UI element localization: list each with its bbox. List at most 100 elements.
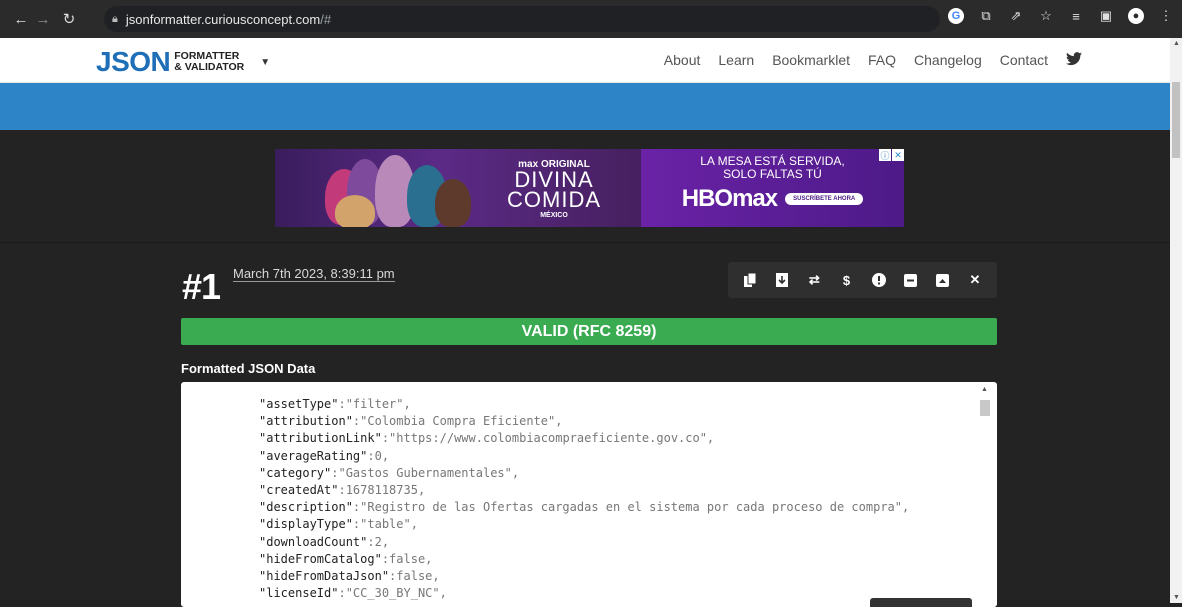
ad-area: max ORIGINAL DIVINA COMIDA MÉXICO LA MES… xyxy=(0,130,1170,243)
repeat-icon[interactable]: ⇄ xyxy=(803,269,825,291)
json-line: "attribution":"Colombia Compra Eficiente… xyxy=(259,413,909,430)
browser-toolbar: ← → ↻ 🔒︎ jsonformatter.curiousconcept.co… xyxy=(0,0,1182,38)
twitter-icon[interactable] xyxy=(1066,52,1082,69)
ad-info-icon[interactable]: ⓘ xyxy=(879,149,891,161)
json-value: :"Gastos Gubernamentales", xyxy=(331,465,520,480)
json-key: "attributionLink" xyxy=(259,431,382,446)
forward-arrow-icon[interactable]: → xyxy=(32,8,54,30)
logo-line-2: & VALIDATOR xyxy=(174,61,245,73)
nav-about[interactable]: About xyxy=(664,52,701,69)
nav-faq[interactable]: FAQ xyxy=(868,52,896,69)
page-scroll-up-icon[interactable]: ▲ xyxy=(1173,40,1180,47)
ad-controls: ⓘ ✕ xyxy=(879,149,904,161)
lock-icon: 🔒︎ xyxy=(112,12,118,25)
nav-contact[interactable]: Contact xyxy=(1000,52,1048,69)
json-key: "downloadCount" xyxy=(259,534,368,549)
url-path: /# xyxy=(320,11,332,27)
json-key: "createdAt" xyxy=(259,483,339,498)
site-logo[interactable]: JSON FORMATTER & VALIDATOR ▼ xyxy=(96,48,270,76)
ad-fine-print xyxy=(641,219,904,224)
json-value: :false, xyxy=(381,551,433,566)
json-value: :"table", xyxy=(352,517,418,532)
google-icon[interactable]: G xyxy=(948,8,964,24)
close-icon[interactable]: ✕ xyxy=(964,269,986,291)
json-key: "description" xyxy=(259,500,353,515)
json-key: "licenseId" xyxy=(259,586,339,601)
ad-hbo-logo: HBOmax xyxy=(681,185,778,212)
profile-avatar-icon[interactable]: ● xyxy=(1128,8,1144,24)
menu-kebab-icon[interactable]: ⋮ xyxy=(1158,8,1174,24)
bookmark-star-icon[interactable]: ☆ xyxy=(1038,8,1054,24)
json-value: :"Colombia Compra Eficiente", xyxy=(352,414,563,429)
ad-close-icon[interactable]: ✕ xyxy=(892,149,904,161)
side-panel-icon[interactable]: ▣ xyxy=(1098,8,1114,24)
json-scrollbar[interactable]: ▲ xyxy=(979,386,991,606)
json-key: "hideFromDataJson" xyxy=(259,569,390,584)
download-icon[interactable] xyxy=(771,269,793,291)
scroll-up-arrow-icon[interactable]: ▲ xyxy=(981,386,988,393)
json-key: "attribution" xyxy=(259,414,353,429)
nav-learn[interactable]: Learn xyxy=(718,52,754,69)
page-scroll-down-icon[interactable]: ▼ xyxy=(1173,594,1180,601)
json-value: :"https://www.colombiacompraeficiente.go… xyxy=(381,431,715,446)
json-line: "averageRating":0, xyxy=(259,448,909,465)
json-line: "createdAt":1678118735, xyxy=(259,482,909,499)
reload-icon[interactable]: ↻ xyxy=(58,8,80,30)
url-host: jsonformatter.curiousconcept.com xyxy=(125,11,321,27)
json-value: :"CC_30_BY_NC", xyxy=(338,586,447,601)
json-value: :0, xyxy=(367,448,390,463)
logo-subtitle: FORMATTER & VALIDATOR xyxy=(174,51,244,73)
ad-headline-2: SOLO FALTAS TÚ xyxy=(723,167,822,181)
translate-icon[interactable]: ⧉ xyxy=(978,8,994,24)
json-value: :2, xyxy=(367,534,390,549)
chevron-down-icon[interactable]: ▼ xyxy=(260,57,270,68)
json-key: "averageRating" xyxy=(259,448,368,463)
json-key: "category" xyxy=(259,465,332,480)
ad-show-line-2: COMIDA xyxy=(507,187,601,212)
ad-subscribe-button[interactable]: SUSCRÍBETE AHORA xyxy=(785,193,864,205)
alert-icon[interactable] xyxy=(868,269,890,291)
ad-left-panel: max ORIGINAL DIVINA COMIDA MÉXICO xyxy=(275,149,641,227)
ad-right-panel: LA MESA ESTÁ SERVIDA, SOLO FALTAS TÚ HBO… xyxy=(641,149,904,227)
expand-icon[interactable] xyxy=(932,269,954,291)
json-line: "hideFromDataJson":false, xyxy=(259,568,909,585)
json-line: "displayType":"table", xyxy=(259,516,909,533)
dollar-icon[interactable]: $ xyxy=(835,269,857,291)
json-line: "hideFromCatalog":false, xyxy=(259,551,909,568)
json-code: "assetType":"filter", "attribution":"Colo… xyxy=(259,396,909,602)
json-value: :false, xyxy=(389,569,440,584)
advertisement-banner[interactable]: max ORIGINAL DIVINA COMIDA MÉXICO LA MES… xyxy=(275,149,904,227)
address-bar[interactable]: 🔒︎ jsonformatter.curiousconcept.com /# xyxy=(104,6,940,32)
back-arrow-icon[interactable]: ← xyxy=(10,8,32,30)
page-scrollbar[interactable]: ▲ ▼ xyxy=(1170,38,1182,603)
ad-country: MÉXICO xyxy=(540,212,568,219)
json-scroll-thumb[interactable] xyxy=(980,400,990,416)
validation-status-badge: VALID (RFC 8259) xyxy=(181,318,997,345)
json-line: "assetType":"filter", xyxy=(259,396,909,413)
json-key: "assetType" xyxy=(259,397,339,411)
json-output-panel[interactable]: "assetType":"filter", "attribution":"Colo… xyxy=(181,382,997,607)
json-value: :"Registro de las Ofertas cargadas en el… xyxy=(352,500,910,515)
blue-banner xyxy=(0,83,1170,130)
json-line: "attributionLink":"https://www.colombiac… xyxy=(259,430,909,447)
json-key: "hideFromCatalog" xyxy=(259,551,382,566)
logo-json-text: JSON xyxy=(96,46,171,77)
json-value: :"filter", xyxy=(338,397,411,411)
nav-changelog[interactable]: Changelog xyxy=(914,52,982,69)
json-key: "displayType" xyxy=(259,517,353,532)
share-icon[interactable]: ⇗ xyxy=(1008,8,1024,24)
formatted-json-heading: Formatted JSON Data xyxy=(181,361,316,376)
json-value: :1678118735, xyxy=(338,483,426,498)
copy-icon[interactable] xyxy=(739,269,761,291)
entry-number: #1 xyxy=(182,266,221,307)
reading-list-icon[interactable]: ≡ xyxy=(1068,8,1084,24)
entry-toolbar: ⇄ $ ✕ xyxy=(728,262,997,298)
json-line: "category":"Gastos Gubernamentales", xyxy=(259,465,909,482)
json-line: "licenseId":"CC_30_BY_NC", xyxy=(259,585,909,602)
collapse-icon[interactable] xyxy=(900,269,922,291)
nav-bookmarklet[interactable]: Bookmarklet xyxy=(772,52,850,69)
page-scroll-thumb[interactable] xyxy=(1172,82,1180,158)
site-nav: About Learn Bookmarklet FAQ Changelog Co… xyxy=(664,52,1082,69)
json-line: "description":"Registro de las Ofertas c… xyxy=(259,499,909,516)
entry-date-link[interactable]: March 7th 2023, 8:39:11 pm xyxy=(233,266,395,282)
